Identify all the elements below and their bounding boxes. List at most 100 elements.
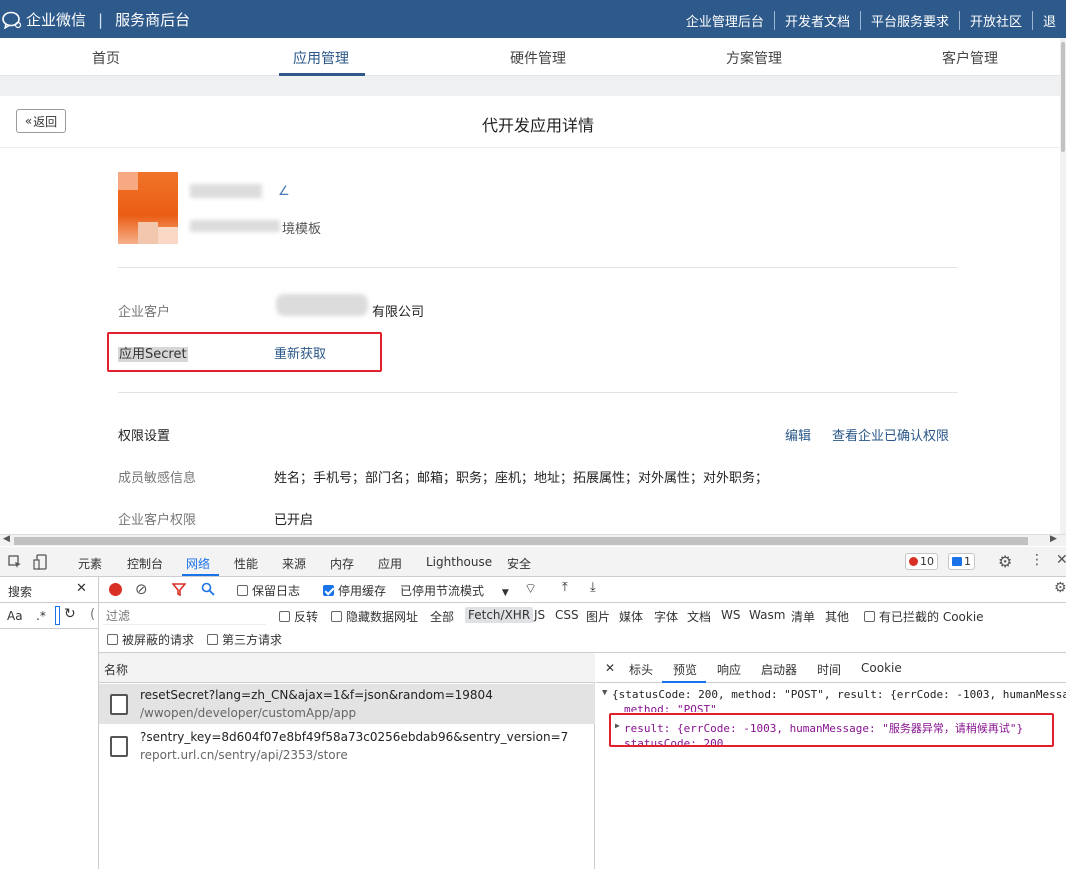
top-link-dev-docs[interactable]: 开发者文档 bbox=[773, 11, 860, 30]
type-filter-fetch-xhr[interactable]: Fetch/XHR bbox=[465, 607, 534, 623]
devtools-tab-elements[interactable]: 元素 bbox=[78, 555, 102, 572]
type-filter-all[interactable]: 全部 bbox=[430, 608, 454, 625]
name-column-header[interactable]: 名称 bbox=[104, 661, 128, 678]
type-filter-ws[interactable]: WS bbox=[721, 608, 740, 622]
detail-tab-bar: ✕ 标头 预览 响应 启动器 时间 Cookie bbox=[596, 653, 1066, 683]
tab-hardware[interactable]: 硬件管理 bbox=[510, 48, 566, 68]
type-filter-css[interactable]: CSS bbox=[555, 608, 579, 622]
disable-cache-check[interactable] bbox=[323, 585, 334, 596]
type-filter-img[interactable]: 图片 bbox=[586, 608, 610, 625]
network-conditions-icon[interactable]: ⌔ bbox=[524, 580, 537, 598]
tab-app-management[interactable]: 应用管理 bbox=[293, 48, 349, 68]
more-options-icon[interactable]: ⋮ bbox=[1030, 552, 1044, 568]
request-row[interactable]: ?sentry_key=8d604f07e8bf49f58a73c0256ebd… bbox=[99, 726, 595, 766]
request-row[interactable]: resetSecret?lang=zh_CN&ajax=1&f=json&ran… bbox=[99, 684, 595, 724]
record-icon[interactable] bbox=[109, 583, 122, 596]
detail-tab-timing[interactable]: 时间 bbox=[817, 661, 841, 678]
blocked-cookies-check[interactable] bbox=[864, 611, 875, 622]
scroll-right-icon[interactable]: ▶ bbox=[1050, 534, 1057, 544]
request-name: resetSecret?lang=zh_CN&ajax=1&f=json&ran… bbox=[140, 688, 493, 702]
devtools-tab-sources[interactable]: 来源 bbox=[282, 555, 306, 572]
divider bbox=[118, 267, 958, 268]
detail-tab-cookies[interactable]: Cookie bbox=[861, 661, 902, 675]
devtools-tab-network[interactable]: 网络 bbox=[186, 555, 210, 572]
hide-data-urls-check[interactable] bbox=[331, 611, 342, 622]
tab-customers[interactable]: 客户管理 bbox=[942, 48, 998, 68]
tab-home[interactable]: 首页 bbox=[92, 48, 120, 68]
blocked-requests-checkbox[interactable]: 被屏蔽的请求 bbox=[107, 631, 194, 648]
hide-data-urls-checkbox[interactable]: 隐藏数据网址 bbox=[331, 608, 418, 625]
settings-gear-icon[interactable]: ⚙ bbox=[998, 552, 1012, 571]
tab-solutions[interactable]: 方案管理 bbox=[726, 48, 782, 68]
scroll-left-icon[interactable]: ◀ bbox=[3, 534, 10, 544]
brand-divider: | bbox=[98, 10, 104, 29]
preserve-log-checkbox[interactable]: 保留日志 bbox=[237, 582, 300, 599]
filter-icon[interactable] bbox=[172, 583, 186, 596]
blocked-cookies-checkbox[interactable]: 有已拦截的 Cookie bbox=[864, 608, 984, 625]
devtools-tab-security[interactable]: 安全 bbox=[507, 555, 531, 572]
hide-data-urls-label: 隐藏数据网址 bbox=[346, 610, 419, 624]
filter-input[interactable] bbox=[103, 607, 266, 625]
error-count-badge[interactable]: 10 bbox=[905, 553, 938, 570]
page-horizontal-scrollbar-thumb[interactable] bbox=[14, 537, 1028, 545]
import-har-icon[interactable]: ⤒ bbox=[562, 580, 568, 595]
network-settings-gear-icon[interactable]: ⚙ bbox=[1054, 580, 1066, 596]
type-filter-js[interactable]: JS bbox=[534, 608, 545, 622]
edit-name-icon[interactable]: ∠ bbox=[278, 184, 290, 199]
third-party-check[interactable] bbox=[207, 634, 218, 645]
close-detail-icon[interactable]: ✕ bbox=[605, 661, 615, 675]
close-search-icon[interactable]: ✕ bbox=[76, 581, 87, 596]
type-filter-doc[interactable]: 文档 bbox=[687, 608, 711, 625]
detail-title-bar: « 返回 代开发应用详情 bbox=[0, 96, 1060, 148]
devtools-tab-lighthouse[interactable]: Lighthouse bbox=[426, 555, 492, 569]
request-list: 名称 resetSecret?lang=zh_CN&ajax=1&f=json&… bbox=[99, 653, 595, 869]
message-count-badge[interactable]: 1 bbox=[948, 553, 975, 570]
permission-view-link[interactable]: 查看企业已确认权限 bbox=[832, 425, 949, 444]
sub-navigation: 首页 应用管理 硬件管理 方案管理 客户管理 bbox=[0, 38, 1060, 76]
devtools-tab-application[interactable]: 应用 bbox=[378, 555, 402, 572]
clear-icon[interactable]: ⊘ bbox=[135, 580, 148, 598]
detail-tab-initiator[interactable]: 启动器 bbox=[761, 661, 797, 678]
refresh-search-icon[interactable]: ↻ bbox=[64, 606, 76, 622]
preserve-log-label: 保留日志 bbox=[252, 584, 301, 598]
top-link-service-rules[interactable]: 平台服务要求 bbox=[859, 11, 959, 30]
close-devtools-icon[interactable]: ✕ bbox=[1056, 552, 1066, 568]
throttling-select[interactable]: 已停用节流模式 ▼ bbox=[400, 582, 509, 599]
detail-tab-response[interactable]: 响应 bbox=[717, 661, 741, 678]
top-link-admin[interactable]: 企业管理后台 bbox=[676, 11, 774, 30]
inspect-element-icon[interactable] bbox=[8, 555, 22, 569]
customer-label: 企业客户 bbox=[118, 305, 171, 320]
search-input[interactable] bbox=[55, 606, 60, 625]
devtools-tab-console[interactable]: 控制台 bbox=[127, 555, 163, 572]
type-filter-media[interactable]: 媒体 bbox=[619, 608, 643, 625]
invert-checkbox[interactable]: 反转 bbox=[279, 608, 318, 625]
third-party-checkbox[interactable]: 第三方请求 bbox=[207, 631, 282, 648]
preserve-log-check[interactable] bbox=[237, 585, 248, 596]
type-filter-font[interactable]: 字体 bbox=[654, 608, 678, 625]
top-link-logout[interactable]: 退 bbox=[1031, 11, 1066, 30]
type-filter-manifest[interactable]: 清单 bbox=[791, 608, 815, 625]
invert-check[interactable] bbox=[279, 611, 290, 622]
devtools-panel: 元素 控制台 网络 性能 来源 内存 应用 Lighthouse 安全 10 1… bbox=[0, 547, 1066, 869]
search-icon[interactable] bbox=[201, 582, 215, 596]
type-filter-other[interactable]: 其他 bbox=[825, 608, 849, 625]
match-case-toggle[interactable]: Aa bbox=[7, 609, 23, 623]
disable-cache-checkbox[interactable]: 停用缓存 bbox=[323, 582, 386, 599]
export-har-icon[interactable]: ⤓ bbox=[590, 580, 596, 595]
page-horizontal-scrollbar[interactable]: ◀ ▶ bbox=[0, 534, 1066, 546]
expand-triangle-icon[interactable]: ▼ bbox=[602, 688, 607, 698]
top-link-community[interactable]: 开放社区 bbox=[958, 11, 1032, 30]
regex-toggle[interactable]: .* bbox=[36, 609, 46, 623]
permission-edit-link[interactable]: 编辑 bbox=[785, 425, 811, 444]
devtools-tab-memory[interactable]: 内存 bbox=[330, 555, 354, 572]
device-toolbar-icon[interactable] bbox=[33, 554, 47, 570]
brand[interactable]: 企业微信 | 服务商后台 bbox=[2, 9, 190, 30]
detail-tab-preview[interactable]: 预览 bbox=[673, 661, 697, 678]
type-filter-wasm[interactable]: Wasm bbox=[749, 608, 785, 622]
detail-tab-headers[interactable]: 标头 bbox=[629, 661, 653, 678]
clear-search-icon[interactable]: ( bbox=[90, 607, 95, 622]
brand-section: 服务商后台 bbox=[115, 11, 191, 29]
permission-title: 权限设置 bbox=[118, 429, 171, 444]
devtools-tab-performance[interactable]: 性能 bbox=[234, 555, 258, 572]
blocked-requests-check[interactable] bbox=[107, 634, 118, 645]
